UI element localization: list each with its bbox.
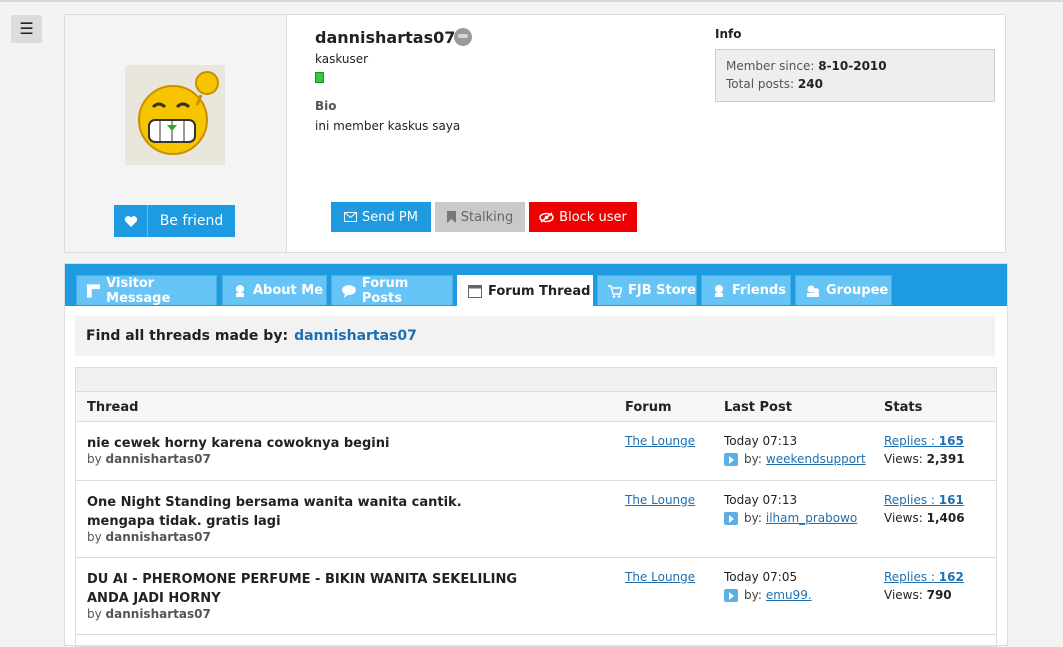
tab-label: About Me xyxy=(253,283,324,298)
last-post-by: by: emu99. xyxy=(724,588,812,602)
last-post-user-link[interactable]: emu99. xyxy=(766,588,812,602)
top-border xyxy=(0,0,1063,2)
friends-icon xyxy=(715,284,723,297)
message-icon xyxy=(87,283,101,298)
thread-title-link[interactable]: nie cewek horny karena cowoknya begini xyxy=(87,434,517,453)
eye-slash-icon xyxy=(539,211,554,223)
last-post-time: Today 07:13 xyxy=(724,434,798,448)
block-user-button[interactable]: Block user xyxy=(529,202,637,232)
tab-label: FJB Store xyxy=(628,283,696,298)
forum-link[interactable]: The Lounge xyxy=(625,570,695,584)
tab-visitor-message[interactable]: Visitor Message xyxy=(76,275,217,306)
stalking-label: Stalking xyxy=(460,209,514,225)
group-icon xyxy=(807,285,819,297)
replies-link[interactable]: Replies : 162 xyxy=(884,570,964,584)
heart-icon xyxy=(114,205,148,237)
cart-icon xyxy=(608,284,622,298)
send-pm-label: Send PM xyxy=(362,209,418,225)
total-posts: Total posts: 240 xyxy=(726,77,823,91)
calendar-icon xyxy=(468,285,482,298)
user-rank: kaskuser xyxy=(315,52,369,66)
profile-card: Be friend dannishartas07 kaskuser Bio in… xyxy=(64,14,1006,253)
tab-label: Forum Thread xyxy=(488,283,591,299)
tab-label: Visitor Message xyxy=(106,275,171,306)
thread-title-link[interactable]: One Night Standing bersama wanita wanita… xyxy=(87,493,517,531)
tab-fjb-store[interactable]: FJB Store xyxy=(597,275,697,305)
tab-label: Groupee xyxy=(826,283,889,298)
threads-table: Thread Forum Last Post Stats nie cewek h… xyxy=(75,367,997,647)
tabs-panel: Visitor Message About Me Forum Posts For… xyxy=(64,263,1008,647)
bio-text: ini member kaskus saya xyxy=(315,119,461,133)
forum-link[interactable]: The Lounge xyxy=(625,434,695,448)
table-row: nie cewek horny karena cowoknya begini b… xyxy=(76,422,996,481)
views-count: Views: 790 xyxy=(884,588,952,602)
table-header: Thread Forum Last Post Stats xyxy=(76,392,996,422)
thread-author: by dannishartas07 xyxy=(87,452,211,466)
tab-forum-posts[interactable]: Forum Posts xyxy=(331,275,453,306)
tab-forum-thread[interactable]: Forum Thread xyxy=(457,275,593,306)
avatar xyxy=(125,65,225,165)
send-pm-button[interactable]: Send PM xyxy=(331,202,431,232)
info-box: Member since: 8-10-2010 Total posts: 240 xyxy=(715,49,995,102)
reputation-bar xyxy=(315,72,324,83)
thread-author: by dannishartas07 xyxy=(87,530,211,544)
find-label: Find all threads made by: xyxy=(86,328,289,344)
go-to-post-icon[interactable] xyxy=(724,452,738,466)
tab-groupee[interactable]: Groupee xyxy=(795,275,892,305)
table-top-bar xyxy=(76,368,996,392)
avatar-column: Be friend xyxy=(65,15,287,252)
header-thread: Thread xyxy=(87,400,139,415)
go-to-post-icon[interactable] xyxy=(724,511,738,525)
replies-link[interactable]: Replies : 161 xyxy=(884,493,964,507)
tab-about-me[interactable]: About Me xyxy=(222,275,327,305)
last-post-by: by: ilham_prabowo xyxy=(724,511,857,525)
be-friend-button[interactable]: Be friend xyxy=(114,205,235,237)
header-stats: Stats xyxy=(884,400,923,415)
bio-heading: Bio xyxy=(315,99,337,113)
forum-link[interactable]: The Lounge xyxy=(625,493,695,507)
last-post-time: Today 07:13 xyxy=(724,493,798,507)
last-post-user-link[interactable]: weekendsupport xyxy=(766,452,866,466)
thread-author: by dannishartas07 xyxy=(87,607,211,621)
find-threads-heading: Find all threads made by: dannishartas07 xyxy=(75,316,995,356)
member-since: Member since: 8-10-2010 xyxy=(726,59,887,73)
envelope-icon xyxy=(344,212,358,222)
block-user-label: Block user xyxy=(559,209,627,225)
offline-status-icon xyxy=(454,28,472,46)
views-count: Views: 2,391 xyxy=(884,452,965,466)
last-post-by: by: weekendsupport xyxy=(724,452,866,466)
go-to-post-icon[interactable] xyxy=(724,588,738,602)
thread-title-link[interactable]: DU AI - PHEROMONE PERFUME - BIKIN WANITA… xyxy=(87,570,517,608)
be-friend-label: Be friend xyxy=(159,213,224,229)
menu-button[interactable]: ☰ xyxy=(11,15,42,43)
views-count: Views: 1,406 xyxy=(884,511,965,525)
hamburger-icon: ☰ xyxy=(19,19,34,38)
bookmark-icon xyxy=(446,211,456,223)
tab-bar: Visitor Message About Me Forum Posts For… xyxy=(65,264,1007,306)
last-post-time: Today 07:05 xyxy=(724,570,798,584)
user-icon xyxy=(236,284,244,297)
find-user-link[interactable]: dannishartas07 xyxy=(294,328,417,344)
table-row: One Night Standing bersama wanita wanita… xyxy=(76,481,996,558)
stalking-button[interactable]: Stalking xyxy=(435,202,525,232)
info-heading: Info xyxy=(715,27,742,41)
smiley-avatar-icon xyxy=(138,71,219,155)
header-forum: Forum xyxy=(625,400,672,415)
replies-link[interactable]: Replies : 165 xyxy=(884,434,964,448)
tab-label: Forum Posts xyxy=(361,275,409,306)
chat-icon xyxy=(342,284,356,298)
table-row: DU AI - PHEROMONE PERFUME - BIKIN WANITA… xyxy=(76,558,996,635)
tab-friends[interactable]: Friends xyxy=(701,275,791,305)
header-last-post: Last Post xyxy=(724,400,792,415)
last-post-user-link[interactable]: ilham_prabowo xyxy=(766,511,857,525)
username: dannishartas07 xyxy=(315,28,456,47)
tab-label: Friends xyxy=(732,283,787,298)
